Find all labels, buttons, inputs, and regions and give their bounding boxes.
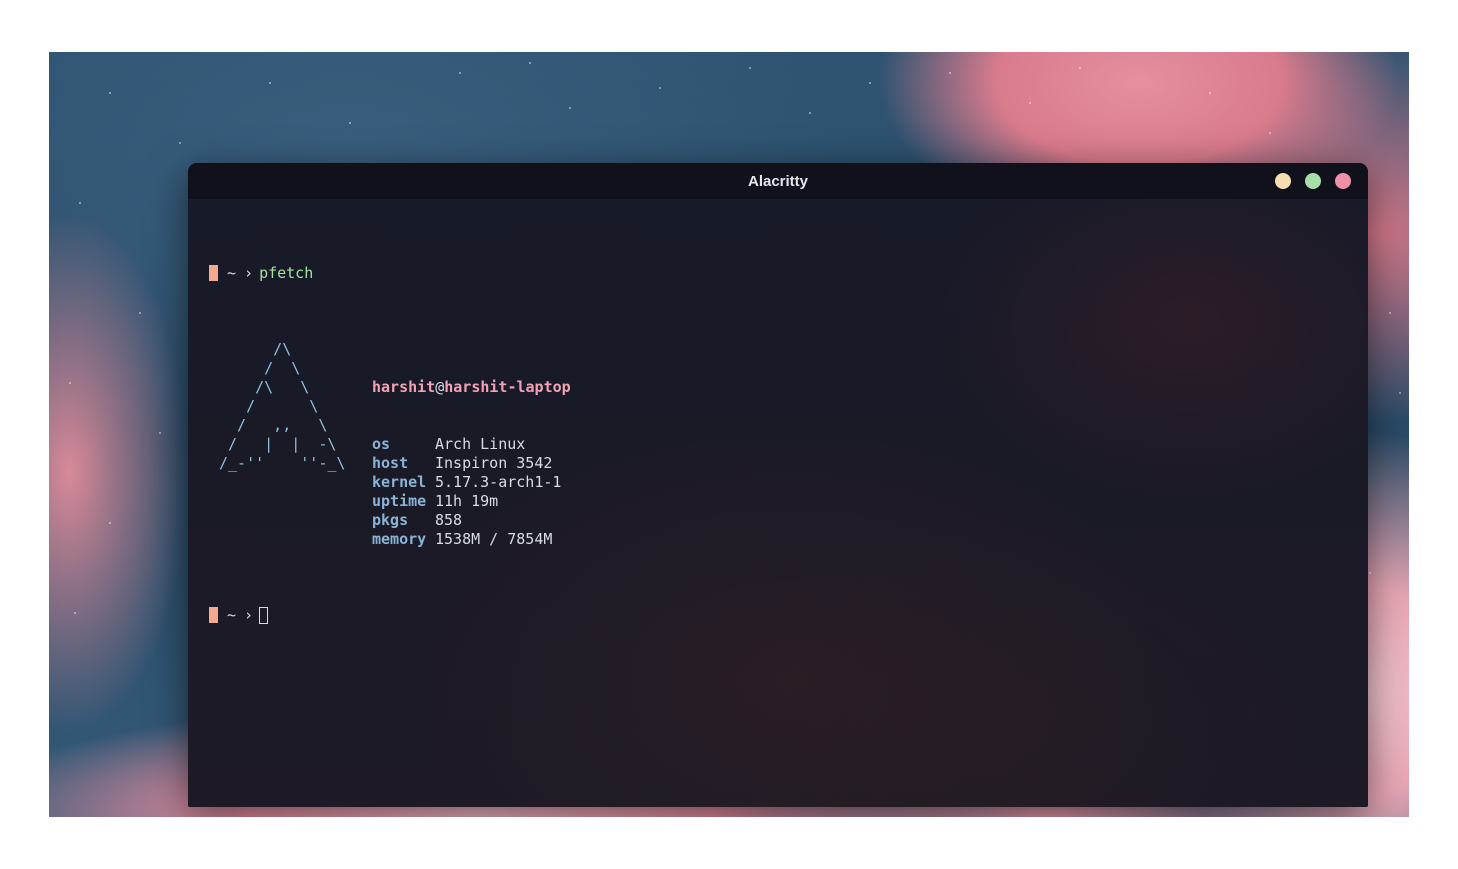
star [69,382,71,384]
info-key: memory [372,530,427,548]
close-button[interactable] [1335,173,1351,189]
star [159,432,161,434]
star [109,92,111,94]
logo-line: / ,, \ [219,416,328,434]
info-value: 858 [435,511,463,529]
terminal-window[interactable]: Alacritty ~ › pfetch /\ / \ /\ \ / \ / ,, … [188,163,1368,807]
pfetch-info: harshit@harshit-laptop os Arch Linux host I… [372,340,571,587]
user-host-line: harshit@harshit-laptop [372,378,571,397]
star [109,522,111,524]
info-key: uptime [372,492,427,510]
logo-line: /\ \ [219,378,310,396]
star [1029,102,1031,104]
star [79,202,81,204]
title-bar[interactable]: Alacritty [188,163,1368,199]
info-key: kernel [372,473,427,491]
star [1389,312,1391,314]
info-row-pkgs: pkgs 858 [372,511,571,530]
star [569,107,571,109]
logo-line: / \ [219,397,319,415]
star [1399,392,1401,394]
user-name: harshit [372,378,436,396]
info-rows: os Arch Linux host Inspiron 3542 kernel 5.17.… [372,435,571,549]
at-sign: @ [435,378,445,396]
star [179,142,181,144]
star [459,72,461,74]
info-value: 1538M / 7854M [435,530,553,548]
window-title: Alacritty [747,172,809,190]
prompt-chevron-icon: › [244,606,254,624]
info-key: pkgs [372,511,409,529]
star [1209,92,1211,94]
desktop-wallpaper: Alacritty ~ › pfetch /\ / \ /\ \ / \ / ,, … [49,52,1409,817]
cursor-icon[interactable] [259,607,269,624]
pfetch-output: /\ / \ /\ \ / \ / ,, \ / | | -\/_-'' ''-… [209,340,571,548]
star [809,112,811,114]
logo-line: /_-'' ''-_\ [219,454,346,472]
prompt-chevron-icon: › [244,264,254,282]
star [529,62,531,64]
prompt-cwd: ~ [227,606,237,624]
prompt-block-icon [209,607,218,623]
star [1269,132,1271,134]
info-row-memory: memory 1538M / 7854M [372,530,571,549]
star [74,612,76,614]
prompt-cwd: ~ [227,264,237,282]
info-row-uptime: uptime 11h 19m [372,492,571,511]
minimize-button[interactable] [1275,173,1291,189]
prompt-command: pfetch [259,264,314,282]
info-row-kernel: kernel 5.17.3-arch1-1 [372,473,571,492]
logo-line: / \ [219,359,301,377]
star [659,87,661,89]
terminal-background [188,199,1368,807]
logo-line: /\ [219,340,292,358]
info-value: 11h 19m [435,492,499,510]
logo-line: / | | -\ [219,435,337,453]
star [1079,67,1081,69]
info-value: Inspiron 3542 [435,454,553,472]
star [869,82,871,84]
info-row-host: host Inspiron 3542 [372,454,571,473]
info-row-os: os Arch Linux [372,435,571,454]
info-key: os [372,435,391,453]
arch-logo-ascii: /\ / \ /\ \ / \ / ,, \ / | | -\/_-'' ''-… [219,340,345,473]
star [139,312,141,314]
prompt-line-active[interactable]: ~ › [209,606,313,625]
star [269,82,271,84]
star [749,67,751,69]
maximize-button[interactable] [1305,173,1321,189]
star [949,72,951,74]
info-value: Arch Linux [435,435,526,453]
prompt-line: ~ › pfetch [209,264,313,283]
host-name: harshit-laptop [444,378,571,396]
prompt-block-icon [209,265,218,281]
star [349,122,351,124]
terminal-output[interactable]: ~ › pfetch /\ / \ /\ \ / \ / ,, \ / | | -\… [209,226,571,663]
info-key: host [372,454,409,472]
star [1369,572,1371,574]
info-value: 5.17.3-arch1-1 [435,473,562,491]
